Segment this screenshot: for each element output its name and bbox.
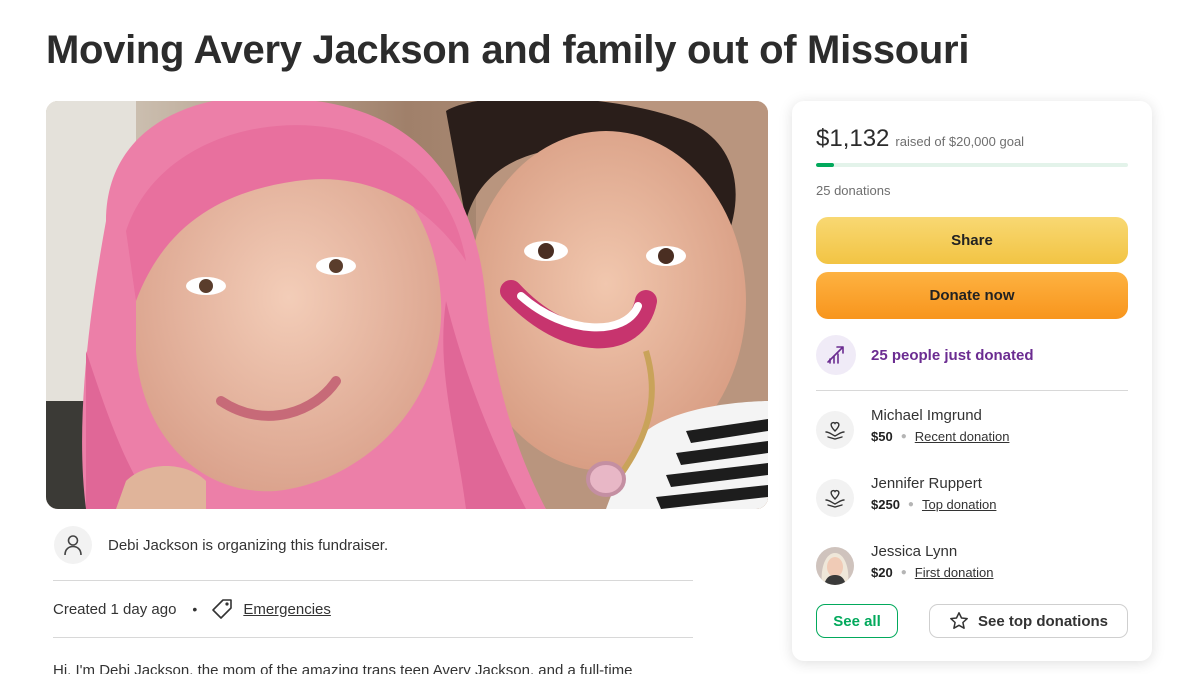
heart-hands-icon bbox=[816, 411, 854, 449]
donation-kind-link[interactable]: Top donation bbox=[922, 497, 996, 512]
trend-text: 25 people just donated bbox=[871, 346, 1034, 364]
donation-kind-link[interactable]: First donation bbox=[915, 565, 994, 580]
donor-name: Jessica Lynn bbox=[871, 543, 958, 560]
donor-amount: $250 bbox=[871, 497, 900, 512]
heart-hands-icon bbox=[816, 479, 854, 517]
separator-dot: ● bbox=[900, 431, 907, 442]
donor-item: Michael Imgrund $50 ● Recent donation bbox=[816, 407, 1009, 449]
goal-text: raised of $20,000 goal bbox=[895, 134, 1025, 149]
donate-now-button[interactable]: Donate now bbox=[816, 272, 1128, 319]
created-date: Created 1 day ago bbox=[53, 600, 177, 618]
person-icon bbox=[54, 526, 92, 564]
organizer-row: Debi Jackson is organizing this fundrais… bbox=[54, 526, 388, 564]
donor-item: Jennifer Ruppert $250 ● Top donation bbox=[816, 475, 996, 517]
star-icon bbox=[949, 611, 969, 631]
tag-icon bbox=[211, 598, 233, 620]
donor-amount: $20 bbox=[871, 565, 893, 580]
donation-count: 25 donations bbox=[816, 183, 891, 198]
share-button[interactable]: Share bbox=[816, 217, 1128, 264]
page-title: Moving Avery Jackson and family out of M… bbox=[46, 28, 970, 72]
story-text: Hi, I'm Debi Jackson, the mom of the ama… bbox=[53, 662, 633, 674]
divider bbox=[816, 390, 1128, 391]
recent-donations-summary: 25 people just donated bbox=[816, 335, 1034, 375]
see-all-button[interactable]: See all bbox=[816, 604, 898, 638]
category-link[interactable]: Emergencies bbox=[243, 601, 331, 618]
separator-dot: ● bbox=[900, 567, 907, 578]
campaign-photo bbox=[46, 101, 768, 509]
raised-amount: $1,132 bbox=[816, 125, 890, 152]
donor-amount: $50 bbox=[871, 429, 893, 444]
raised-summary: $1,132 raised of $20,000 goal bbox=[816, 125, 1024, 153]
see-top-label: See top donations bbox=[977, 612, 1108, 630]
donor-avatar bbox=[816, 547, 854, 585]
see-top-donations-button[interactable]: See top donations bbox=[929, 604, 1128, 638]
campaign-meta: Created 1 day ago • Emergencies bbox=[53, 598, 331, 620]
donor-item: Jessica Lynn $20 ● First donation bbox=[816, 543, 994, 585]
organizer-text: Debi Jackson is organizing this fundrais… bbox=[108, 536, 389, 554]
trending-up-icon bbox=[816, 335, 856, 375]
progress-fill bbox=[816, 163, 834, 167]
separator-dot: ● bbox=[907, 499, 914, 510]
divider bbox=[53, 637, 693, 638]
donor-name: Jennifer Ruppert bbox=[871, 475, 982, 492]
donation-card: $1,132 raised of $20,000 goal 25 donatio… bbox=[792, 101, 1152, 661]
meta-separator: • bbox=[192, 601, 198, 617]
donor-name: Michael Imgrund bbox=[871, 407, 982, 424]
progress-bar bbox=[816, 163, 1128, 167]
donation-kind-link[interactable]: Recent donation bbox=[915, 429, 1010, 444]
divider bbox=[53, 580, 693, 581]
